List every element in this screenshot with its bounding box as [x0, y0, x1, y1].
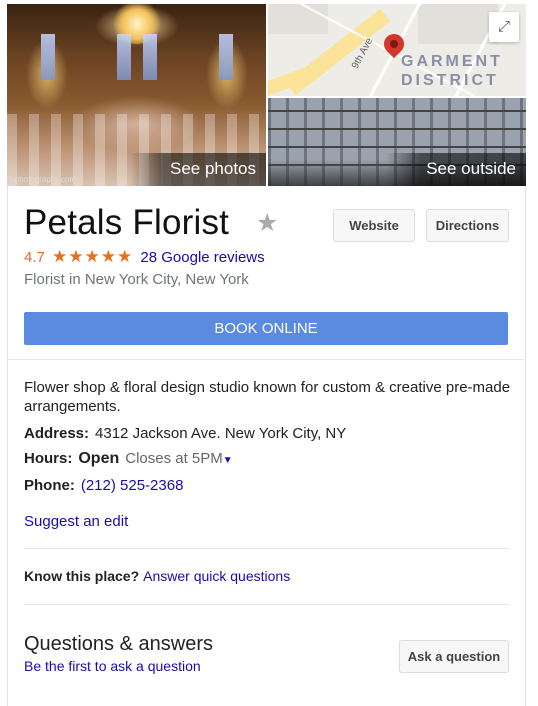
know-place-label: Know this place? — [24, 568, 140, 584]
see-outside-label[interactable]: See outside — [386, 153, 526, 186]
suggest-edit-row: Suggest an edit — [24, 513, 128, 530]
qa-title: Questions & answers — [24, 633, 213, 655]
hours-status: Open — [78, 450, 120, 467]
business-category: Florist in New York City, New York — [24, 271, 249, 288]
reviews-link[interactable]: 28 Google reviews — [140, 249, 264, 266]
directions-button[interactable]: Directions — [426, 209, 509, 242]
business-description: Flower shop & floral design studio known… — [24, 379, 511, 415]
rating-stars-icon: ★★★★★ — [52, 247, 134, 266]
window-graphic — [41, 34, 55, 80]
address-label: Address: — [24, 425, 90, 442]
divider — [24, 548, 509, 549]
business-name: Petals Florist — [24, 203, 230, 242]
hours-detail: Closes at 5PM — [125, 450, 223, 467]
ask-question-button[interactable]: Ask a question — [399, 640, 509, 673]
see-outside-tile[interactable]: See outside — [268, 98, 526, 186]
divider — [24, 604, 509, 605]
window-graphic — [117, 34, 131, 80]
suggest-edit-link[interactable]: Suggest an edit — [24, 513, 128, 530]
window-graphic — [143, 34, 157, 80]
book-online-button[interactable]: BOOK ONLINE — [24, 312, 508, 345]
district-line-2: DISTRICT — [401, 72, 499, 89]
answer-questions-link[interactable]: Answer quick questions — [143, 568, 290, 584]
divider — [8, 359, 524, 360]
rating-value: 4.7 — [24, 249, 45, 266]
photos-tile[interactable]: lxphotography.com See photos — [7, 4, 266, 186]
know-place-row: Know this place? Answer quick questions — [24, 568, 290, 584]
address-value: 4312 Jackson Ave. New York City, NY — [95, 425, 347, 442]
map-block — [268, 4, 328, 34]
phone-row: Phone: (212) 525-2368 — [24, 477, 183, 494]
phone-link[interactable]: (212) 525-2368 — [81, 477, 184, 494]
window-graphic — [219, 34, 233, 80]
photo-credit: lxphotography.com — [9, 175, 76, 184]
expand-icon[interactable]: ⤢ — [489, 12, 519, 42]
hours-dropdown-icon[interactable]: ▼ — [223, 455, 233, 466]
hours-row: Hours: Open Closes at 5PM▼ — [24, 450, 233, 468]
hours-label: Hours: — [24, 450, 73, 467]
address-row: Address: 4312 Jackson Ave. New York City,… — [24, 425, 346, 442]
map-tile[interactable]: 9th Ave GARMENT DISTRICT ⤢ — [268, 4, 526, 96]
ask-first-link[interactable]: Be the first to ask a question — [24, 658, 201, 674]
website-button[interactable]: Website — [333, 209, 415, 242]
save-star-icon[interactable]: ★ — [256, 208, 278, 238]
rating-row: 4.7 ★★★★★ 28 Google reviews — [24, 247, 265, 267]
scaffold-graphic — [268, 110, 526, 112]
phone-label: Phone: — [24, 477, 75, 494]
district-label: GARMENT DISTRICT — [401, 52, 503, 90]
district-line-1: GARMENT — [401, 53, 503, 70]
qa-link-row: Be the first to ask a question — [24, 658, 201, 674]
see-photos-label[interactable]: See photos — [129, 153, 266, 186]
